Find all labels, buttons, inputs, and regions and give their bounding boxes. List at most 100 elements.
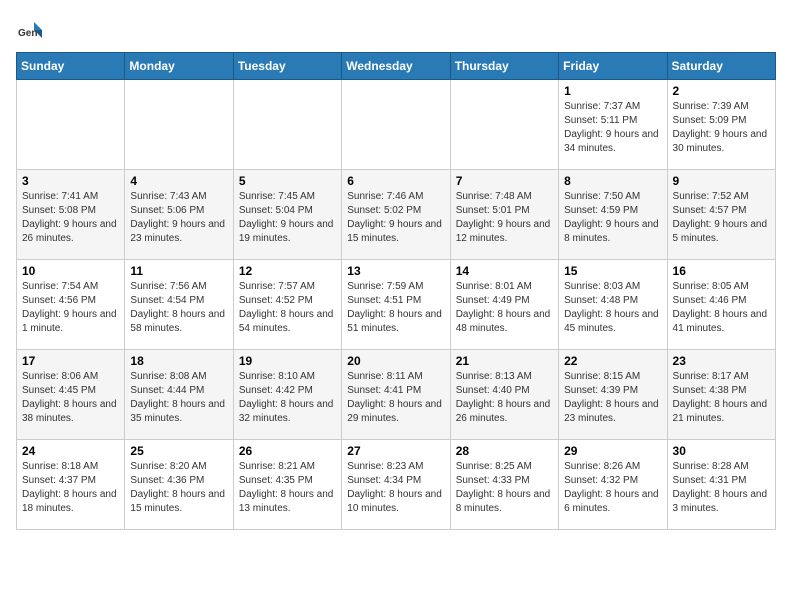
calendar-cell: 15 Sunrise: 8:03 AM Sunset: 4:48 PM Dayli…	[559, 260, 667, 350]
weekday-header: Sunday	[17, 53, 125, 80]
calendar-cell: 22 Sunrise: 8:15 AM Sunset: 4:39 PM Dayli…	[559, 350, 667, 440]
day-number: 21	[456, 354, 553, 368]
calendar-cell	[233, 80, 341, 170]
day-number: 3	[22, 174, 119, 188]
day-number: 24	[22, 444, 119, 458]
calendar-cell: 17 Sunrise: 8:06 AM Sunset: 4:45 PM Dayli…	[17, 350, 125, 440]
calendar-cell: 26Sunrise: 8:21 AM Sunset: 4:35 PM Dayli…	[233, 440, 341, 530]
calendar-week-row: 10 Sunrise: 7:54 AM Sunset: 4:56 PM Dayli…	[17, 260, 776, 350]
day-info: Sunrise: 8:21 AM Sunset: 4:35 PM Dayligh…	[239, 460, 336, 516]
calendar-cell: 14 Sunrise: 8:01 AM Sunset: 4:49 PM Dayli…	[450, 260, 558, 350]
day-info: Sunrise: 7:50 AM Sunset: 4:59 PM Dayligh…	[564, 190, 661, 246]
calendar-cell: 30 Sunrise: 8:28 AM Sunset: 4:31 PM Dayli…	[667, 440, 775, 530]
day-number: 13	[347, 264, 444, 278]
day-number: 29	[564, 444, 661, 458]
day-info: Sunrise: 7:39 AM Sunset: 5:09 PM Dayligh…	[673, 100, 770, 156]
day-info: Sunrise: 8:17 AM Sunset: 4:38 PM Dayligh…	[673, 370, 770, 426]
calendar-cell	[17, 80, 125, 170]
day-info: Sunrise: 8:26 AM Sunset: 4:32 PM Dayligh…	[564, 460, 661, 516]
calendar-cell: 9 Sunrise: 7:52 AM Sunset: 4:57 PM Daylig…	[667, 170, 775, 260]
calendar-cell: 21Sunrise: 8:13 AM Sunset: 4:40 PM Dayli…	[450, 350, 558, 440]
day-number: 8	[564, 174, 661, 188]
day-info: Sunrise: 8:10 AM Sunset: 4:42 PM Dayligh…	[239, 370, 336, 426]
day-info: Sunrise: 7:46 AM Sunset: 5:02 PM Dayligh…	[347, 190, 444, 246]
calendar-cell: 11 Sunrise: 7:56 AM Sunset: 4:54 PM Dayli…	[125, 260, 233, 350]
calendar-cell: 4 Sunrise: 7:43 AM Sunset: 5:06 PM Daylig…	[125, 170, 233, 260]
calendar-cell: 12Sunrise: 7:57 AM Sunset: 4:52 PM Dayli…	[233, 260, 341, 350]
calendar-cell: 20 Sunrise: 8:11 AM Sunset: 4:41 PM Dayli…	[342, 350, 450, 440]
day-number: 22	[564, 354, 661, 368]
day-info: Sunrise: 8:03 AM Sunset: 4:48 PM Dayligh…	[564, 280, 661, 336]
day-number: 14	[456, 264, 553, 278]
day-info: Sunrise: 7:52 AM Sunset: 4:57 PM Dayligh…	[673, 190, 770, 246]
day-number: 18	[130, 354, 227, 368]
day-number: 2	[673, 84, 770, 98]
day-number: 11	[130, 264, 227, 278]
day-info: Sunrise: 8:11 AM Sunset: 4:41 PM Dayligh…	[347, 370, 444, 426]
day-info: Sunrise: 8:06 AM Sunset: 4:45 PM Dayligh…	[22, 370, 119, 426]
logo: Gen	[16, 16, 48, 44]
day-info: Sunrise: 8:01 AM Sunset: 4:49 PM Dayligh…	[456, 280, 553, 336]
calendar-cell: 5 Sunrise: 7:45 AM Sunset: 5:04 PM Daylig…	[233, 170, 341, 260]
calendar-cell	[125, 80, 233, 170]
calendar-cell: 29 Sunrise: 8:26 AM Sunset: 4:32 PM Dayli…	[559, 440, 667, 530]
calendar-cell: 27 Sunrise: 8:23 AM Sunset: 4:34 PM Dayli…	[342, 440, 450, 530]
calendar-week-row: 1Sunrise: 7:37 AM Sunset: 5:11 PM Daylig…	[17, 80, 776, 170]
day-info: Sunrise: 7:56 AM Sunset: 4:54 PM Dayligh…	[130, 280, 227, 336]
day-number: 15	[564, 264, 661, 278]
calendar-cell: 18 Sunrise: 8:08 AM Sunset: 4:44 PM Dayli…	[125, 350, 233, 440]
calendar-cell: 25 Sunrise: 8:20 AM Sunset: 4:36 PM Dayli…	[125, 440, 233, 530]
day-info: Sunrise: 7:48 AM Sunset: 5:01 PM Dayligh…	[456, 190, 553, 246]
calendar-cell: 24 Sunrise: 8:18 AM Sunset: 4:37 PM Dayli…	[17, 440, 125, 530]
day-info: Sunrise: 8:18 AM Sunset: 4:37 PM Dayligh…	[22, 460, 119, 516]
calendar-week-row: 3Sunrise: 7:41 AM Sunset: 5:08 PM Daylig…	[17, 170, 776, 260]
day-number: 4	[130, 174, 227, 188]
day-info: Sunrise: 7:43 AM Sunset: 5:06 PM Dayligh…	[130, 190, 227, 246]
day-number: 6	[347, 174, 444, 188]
day-number: 16	[673, 264, 770, 278]
calendar-cell: 19 Sunrise: 8:10 AM Sunset: 4:42 PM Dayli…	[233, 350, 341, 440]
calendar-cell: 7 Sunrise: 7:48 AM Sunset: 5:01 PM Daylig…	[450, 170, 558, 260]
day-info: Sunrise: 8:23 AM Sunset: 4:34 PM Dayligh…	[347, 460, 444, 516]
calendar-week-row: 24 Sunrise: 8:18 AM Sunset: 4:37 PM Dayli…	[17, 440, 776, 530]
day-number: 1	[564, 84, 661, 98]
page-header: Gen	[16, 16, 776, 44]
day-info: Sunrise: 8:28 AM Sunset: 4:31 PM Dayligh…	[673, 460, 770, 516]
calendar-cell: 28Sunrise: 8:25 AM Sunset: 4:33 PM Dayli…	[450, 440, 558, 530]
day-number: 30	[673, 444, 770, 458]
weekday-header: Saturday	[667, 53, 775, 80]
calendar-week-row: 17 Sunrise: 8:06 AM Sunset: 4:45 PM Dayli…	[17, 350, 776, 440]
day-info: Sunrise: 7:54 AM Sunset: 4:56 PM Dayligh…	[22, 280, 119, 336]
day-info: Sunrise: 7:59 AM Sunset: 4:51 PM Dayligh…	[347, 280, 444, 336]
day-number: 23	[673, 354, 770, 368]
day-number: 20	[347, 354, 444, 368]
day-info: Sunrise: 8:08 AM Sunset: 4:44 PM Dayligh…	[130, 370, 227, 426]
calendar-header-row: SundayMondayTuesdayWednesdayThursdayFrid…	[17, 53, 776, 80]
calendar-cell: 8 Sunrise: 7:50 AM Sunset: 4:59 PM Daylig…	[559, 170, 667, 260]
calendar-cell: 13 Sunrise: 7:59 AM Sunset: 4:51 PM Dayli…	[342, 260, 450, 350]
calendar-cell: 2 Sunrise: 7:39 AM Sunset: 5:09 PM Daylig…	[667, 80, 775, 170]
day-info: Sunrise: 7:45 AM Sunset: 5:04 PM Dayligh…	[239, 190, 336, 246]
day-number: 9	[673, 174, 770, 188]
weekday-header: Wednesday	[342, 53, 450, 80]
weekday-header: Tuesday	[233, 53, 341, 80]
day-number: 27	[347, 444, 444, 458]
weekday-header: Thursday	[450, 53, 558, 80]
calendar-cell	[342, 80, 450, 170]
calendar-cell: 10 Sunrise: 7:54 AM Sunset: 4:56 PM Dayli…	[17, 260, 125, 350]
calendar-cell: 6 Sunrise: 7:46 AM Sunset: 5:02 PM Daylig…	[342, 170, 450, 260]
calendar-table: SundayMondayTuesdayWednesdayThursdayFrid…	[16, 52, 776, 530]
day-number: 19	[239, 354, 336, 368]
calendar-cell: 3Sunrise: 7:41 AM Sunset: 5:08 PM Daylig…	[17, 170, 125, 260]
day-info: Sunrise: 8:20 AM Sunset: 4:36 PM Dayligh…	[130, 460, 227, 516]
day-number: 7	[456, 174, 553, 188]
day-number: 5	[239, 174, 336, 188]
calendar-cell	[450, 80, 558, 170]
calendar-cell: 16Sunrise: 8:05 AM Sunset: 4:46 PM Dayli…	[667, 260, 775, 350]
day-number: 25	[130, 444, 227, 458]
day-info: Sunrise: 8:15 AM Sunset: 4:39 PM Dayligh…	[564, 370, 661, 426]
day-number: 12	[239, 264, 336, 278]
day-number: 10	[22, 264, 119, 278]
day-number: 17	[22, 354, 119, 368]
calendar-cell: 23 Sunrise: 8:17 AM Sunset: 4:38 PM Dayli…	[667, 350, 775, 440]
